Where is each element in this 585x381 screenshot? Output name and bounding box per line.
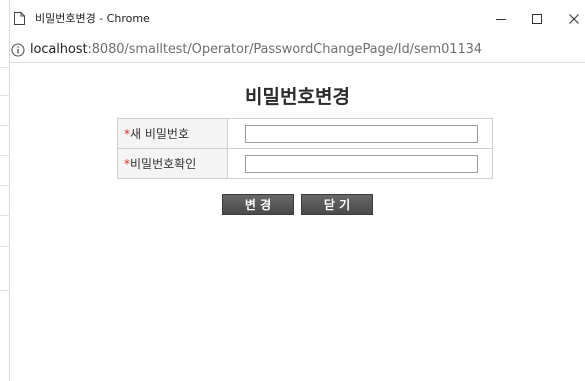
close-button[interactable]: 닫 기 xyxy=(301,194,373,215)
confirm-password-field-cell xyxy=(227,148,493,179)
change-button[interactable]: 변 경 xyxy=(222,194,294,215)
close-icon xyxy=(569,14,579,24)
new-password-row: *새 비밀번호 xyxy=(117,118,493,149)
maximize-button[interactable] xyxy=(519,0,555,38)
page-content: 비밀번호변경 *새 비밀번호 *비밀번호확인 변 경 닫 기 xyxy=(10,63,585,381)
background-window-edge xyxy=(0,0,10,381)
url-text[interactable]: localhost:8080/smalltest/Operator/Passwo… xyxy=(30,42,482,57)
address-bar[interactable]: localhost:8080/smalltest/Operator/Passwo… xyxy=(10,38,585,63)
new-password-label-cell: *새 비밀번호 xyxy=(117,118,228,149)
url-path: :8080/smalltest/Operator/PasswordChangeP… xyxy=(87,42,482,57)
confirm-password-row: *비밀번호확인 xyxy=(117,148,493,179)
minimize-button[interactable] xyxy=(483,0,519,38)
password-form-table: *새 비밀번호 *비밀번호확인 xyxy=(117,118,493,179)
button-group: 변 경 닫 기 xyxy=(10,194,585,215)
popup-window: 비밀번호변경 - Chrome localhost:8080/smalltest… xyxy=(0,0,585,381)
minimize-icon xyxy=(496,19,506,20)
url-host: localhost xyxy=(30,42,88,57)
new-password-field-cell xyxy=(227,118,493,149)
confirm-password-label-cell: *비밀번호확인 xyxy=(117,148,228,179)
confirm-password-input[interactable] xyxy=(245,154,478,173)
new-password-input[interactable] xyxy=(245,124,478,143)
confirm-password-label: 비밀번호확인 xyxy=(130,157,197,171)
document-icon xyxy=(14,10,25,25)
info-icon[interactable] xyxy=(11,42,25,57)
maximize-icon xyxy=(532,14,542,24)
title-bar[interactable]: 비밀번호변경 - Chrome xyxy=(10,0,585,38)
close-window-button[interactable] xyxy=(556,0,585,38)
page-title: 비밀번호변경 xyxy=(245,86,350,108)
window-title: 비밀번호변경 - Chrome xyxy=(35,12,150,25)
new-password-label: 새 비밀번호 xyxy=(130,127,190,141)
